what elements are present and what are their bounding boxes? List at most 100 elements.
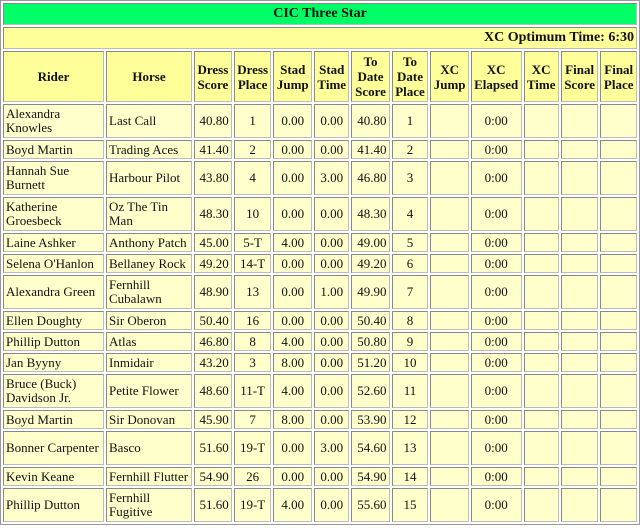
to-date-place-cell: 5 [391, 233, 429, 252]
xc-time-cell [523, 233, 559, 252]
xc-time-cell [523, 161, 559, 195]
xc-optimum-time: XC Optimum Time: 6:30 [3, 27, 637, 49]
xc-jump-cell [430, 488, 469, 522]
header-rider: Rider [3, 51, 104, 102]
final-place-cell [600, 488, 637, 522]
header-stad-jump: Stad Jump [273, 51, 313, 102]
table-row: Laine Ashker Anthony Patch 45.00 5-T 4.00 0.0… [3, 233, 637, 252]
rider-cell: Alexandra Green [3, 275, 104, 309]
horse-cell: Fernhill Cubalawn [106, 275, 192, 309]
xc-elapsed-cell: 0:00 [470, 488, 522, 522]
stad-jump-cell: 8.00 [273, 353, 313, 372]
rider-cell: Phillip Dutton [3, 332, 104, 351]
rider-cell: Bonner Carpenter [3, 431, 104, 465]
rider-cell: Ellen Doughty [3, 311, 104, 330]
stad-jump-cell: 8.00 [273, 410, 313, 429]
dress-score-cell: 41.40 [194, 140, 232, 159]
final-place-cell [600, 161, 637, 195]
final-score-cell [560, 332, 599, 351]
dress-place-cell: 13 [233, 275, 272, 309]
dress-score-cell: 40.80 [194, 104, 232, 138]
table-row: Hannah Sue Burnett Harbour Pilot 43.80 4 0.0… [3, 161, 637, 195]
xc-jump-cell [430, 332, 469, 351]
xc-time-cell [523, 104, 559, 138]
dress-place-cell: 11-T [233, 374, 272, 408]
dress-place-cell: 26 [233, 467, 272, 486]
to-date-place-cell: 6 [391, 254, 429, 273]
dress-place-cell: 14-T [233, 254, 272, 273]
to-date-place-cell: 9 [391, 332, 429, 351]
header-xc-time: XC Time [523, 51, 559, 102]
header-horse: Horse [106, 51, 192, 102]
title-row: CIC Three Star [3, 3, 637, 25]
header-xc-jump: XC Jump [430, 51, 469, 102]
table-row: Selena O'Hanlon Bellaney Rock 49.20 14-T 0.0… [3, 254, 637, 273]
header-to-date-place: To Date Place [391, 51, 429, 102]
to-date-score-cell: 48.30 [351, 197, 390, 231]
stad-jump-cell: 0.00 [273, 140, 313, 159]
dress-place-cell: 16 [233, 311, 272, 330]
xc-time-cell [523, 374, 559, 408]
xc-elapsed-cell: 0:00 [470, 374, 522, 408]
dress-place-cell: 2 [233, 140, 272, 159]
stad-time-cell: 0.00 [314, 140, 350, 159]
to-date-place-cell: 7 [391, 275, 429, 309]
stad-time-cell: 1.00 [314, 275, 350, 309]
xc-elapsed-cell: 0:00 [470, 197, 522, 231]
horse-cell: Sir Donovan [106, 410, 192, 429]
final-score-cell [560, 161, 599, 195]
xc-jump-cell [430, 410, 469, 429]
horse-cell: Fernhill Fugitive [106, 488, 192, 522]
to-date-score-cell: 49.00 [351, 233, 390, 252]
xc-elapsed-cell: 0:00 [470, 467, 522, 486]
to-date-place-cell: 10 [391, 353, 429, 372]
table-row: Ellen Doughty Sir Oberon 50.40 16 0.00 0.00 50… [3, 311, 637, 330]
to-date-score-cell: 50.40 [351, 311, 390, 330]
rider-cell: Phillip Dutton [3, 488, 104, 522]
final-place-cell [600, 332, 637, 351]
xc-elapsed-cell: 0:00 [470, 275, 522, 309]
xc-time-cell [523, 410, 559, 429]
to-date-score-cell: 50.80 [351, 332, 390, 351]
dress-place-cell: 3 [233, 353, 272, 372]
final-score-cell [560, 197, 599, 231]
table-title: CIC Three Star [3, 3, 637, 25]
dress-place-cell: 19-T [233, 431, 272, 465]
xc-elapsed-cell: 0:00 [470, 311, 522, 330]
xc-jump-cell [430, 161, 469, 195]
rider-cell: Hannah Sue Burnett [3, 161, 104, 195]
stad-time-cell: 0.00 [314, 332, 350, 351]
final-place-cell [600, 353, 637, 372]
xc-time-cell [523, 197, 559, 231]
horse-cell: Petite Flower [106, 374, 192, 408]
to-date-score-cell: 54.90 [351, 467, 390, 486]
header-final-score: Final Score [560, 51, 599, 102]
to-date-score-cell: 49.90 [351, 275, 390, 309]
xc-elapsed-cell: 0:00 [470, 353, 522, 372]
horse-cell: Atlas [106, 332, 192, 351]
final-place-cell [600, 431, 637, 465]
table-row: Phillip Dutton Fernhill Fugitive 51.60 19-T… [3, 488, 637, 522]
final-score-cell [560, 311, 599, 330]
stad-jump-cell: 4.00 [273, 233, 313, 252]
rider-cell: Jan Byyny [3, 353, 104, 372]
stad-jump-cell: 4.00 [273, 488, 313, 522]
final-place-cell [600, 467, 637, 486]
stad-jump-cell: 0.00 [273, 104, 313, 138]
to-date-place-cell: 12 [391, 410, 429, 429]
stad-jump-cell: 0.00 [273, 467, 313, 486]
horse-cell: Harbour Pilot [106, 161, 192, 195]
stad-time-cell: 0.00 [314, 353, 350, 372]
stad-jump-cell: 0.00 [273, 431, 313, 465]
header-to-date-score: To Date Score [351, 51, 390, 102]
xc-elapsed-cell: 0:00 [470, 332, 522, 351]
final-place-cell [600, 140, 637, 159]
final-place-cell [600, 374, 637, 408]
rider-cell: Alexandra Knowles [3, 104, 104, 138]
dress-place-cell: 1 [233, 104, 272, 138]
dress-place-cell: 5-T [233, 233, 272, 252]
dress-score-cell: 45.90 [194, 410, 232, 429]
rider-cell: Boyd Martin [3, 410, 104, 429]
header-row: Rider Horse Dress Score Dress Place Stad… [3, 51, 637, 102]
horse-cell: Trading Aces [106, 140, 192, 159]
